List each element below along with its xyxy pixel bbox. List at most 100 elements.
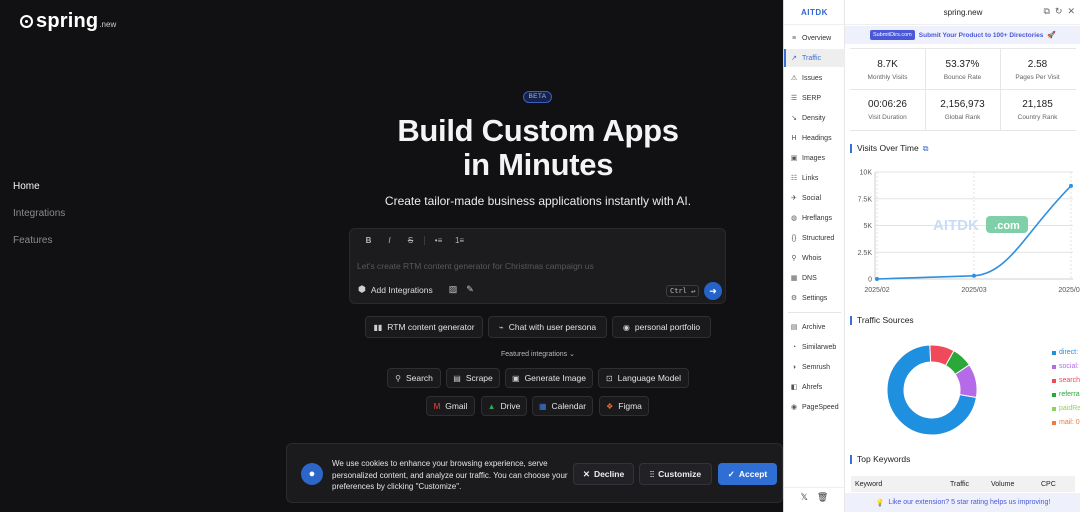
sidebar-item-links[interactable]: ☷ Links <box>784 169 845 187</box>
cookie-text: We use cookies to enhance your browsing … <box>332 459 568 491</box>
suggestion-chat[interactable]: ⌁ Chat with user persona <box>488 316 607 338</box>
suggestion-rtm[interactable]: ▮▮ RTM content generator <box>365 316 483 338</box>
data-point <box>1069 183 1073 188</box>
integration-figma[interactable]: ❖ Figma <box>599 396 649 416</box>
x-tick-label: 2025/04 <box>1058 287 1080 294</box>
hero-subtitle: Create tailor-made business applications… <box>384 194 692 208</box>
add-integrations-label: Add Integrations <box>370 284 433 295</box>
legend-direct[interactable]: direct: 71.55% <box>1052 349 1080 356</box>
sidebar-item-density[interactable]: ↘ Density <box>784 109 845 127</box>
integration-generate-image[interactable]: ▣ Generate Image <box>505 368 593 388</box>
y-tick-label: 5K <box>863 223 872 230</box>
featured-integrations-toggle[interactable]: Featured integrations ⌄ <box>450 350 626 358</box>
pen-icon[interactable]: ✎ <box>466 284 474 295</box>
external-link-icon[interactable]: ⧉ <box>923 144 929 153</box>
nav-features[interactable]: Features <box>13 235 65 262</box>
legend-social[interactable]: social: 12.09% <box>1052 363 1080 370</box>
check-icon: ✓ <box>727 468 735 479</box>
close-icon[interactable]: ✕ <box>1067 6 1075 17</box>
col-cpc[interactable]: CPC <box>1041 481 1056 488</box>
popout-icon[interactable]: ⧉ <box>1043 6 1049 17</box>
aitdk-brand: AITDK <box>801 8 828 17</box>
promo-banner[interactable]: SubmitDirs.com Submit Your Product to 10… <box>845 26 1080 44</box>
integration-drive[interactable]: ▲ Drive <box>481 396 527 416</box>
legend-paidreferrals[interactable]: paidReferrals: 0 <box>1052 405 1080 412</box>
image-upload-icon[interactable]: ▨ <box>449 284 458 295</box>
sidebar-item-headings[interactable]: H Headings <box>784 129 845 147</box>
integration-gmail[interactable]: M Gmail <box>426 396 475 416</box>
sidebar-footer: 𝕏 🗑 <box>784 492 845 503</box>
sidebar-item-social[interactable]: ✈ Social <box>784 189 845 207</box>
sidebar-tool-pagespeed[interactable]: ◉ PageSpeed <box>784 398 845 416</box>
prompt-input[interactable]: Let's create RTM content generator for C… <box>357 261 594 271</box>
chat-icon: ⌁ <box>498 322 504 332</box>
promo-badge: SubmitDirs.com <box>869 30 915 40</box>
send-button[interactable]: ➜ <box>704 282 722 300</box>
sidebar-item-serp[interactable]: ☰ SERP <box>784 89 845 107</box>
sidebar-tool-semrush[interactable]: ◑ Semrush <box>784 358 845 376</box>
integration-scrape[interactable]: ▤ Scrape <box>446 368 500 388</box>
sidebar-item-label: Whois <box>802 254 822 262</box>
sidebar-item-label: Social <box>802 194 822 202</box>
sidebar-item-settings[interactable]: ⚙ Settings <box>784 289 845 307</box>
rating-footer[interactable]: 💡 Like our extension? 5 star rating help… <box>845 493 1080 512</box>
sidebar-item-traffic[interactable]: ↗ Traffic <box>784 49 845 67</box>
sidebar-tool-similarweb[interactable]: ◔ Similarweb <box>784 338 845 356</box>
legend-referrals[interactable]: referrals: 7.47% <box>1052 391 1080 398</box>
suggestion-label: Chat with user persona <box>508 322 597 332</box>
sidebar-tool-archive[interactable]: ▤ Archive <box>784 318 845 336</box>
legend-swatch <box>1052 364 1056 369</box>
serp-icon: ☰ <box>790 95 798 102</box>
decline-button[interactable]: ✕ Decline <box>573 463 634 485</box>
prompt-editor[interactable]: B I S •≡ 1≡ Let's create RTM content gen… <box>349 228 726 304</box>
stat-value: 2.58 <box>1027 59 1048 70</box>
grid-line <box>850 130 1076 131</box>
numbered-list-button[interactable]: 1≡ <box>449 236 470 245</box>
integration-label: Calendar <box>551 401 587 411</box>
suggestion-portfolio[interactable]: ◉ personal portfolio <box>612 316 711 338</box>
customize-button[interactable]: ⫶⫶ Customize <box>639 463 712 485</box>
legend-mail[interactable]: mail: 0 <box>1052 419 1080 426</box>
accept-button[interactable]: ✓ Accept <box>718 463 777 485</box>
trash-icon[interactable]: 🗑 <box>817 492 828 503</box>
stat-label: Monthly Visits <box>867 74 908 81</box>
sidebar-item-structured[interactable]: {} Structured <box>784 229 845 247</box>
logo-mark-icon <box>20 15 33 28</box>
nav-integrations[interactable]: Integrations <box>13 208 65 235</box>
sidebar-item-issues[interactable]: ⚠ Issues <box>784 69 845 87</box>
sidebar-item-overview[interactable]: ≡ Overview <box>784 29 845 47</box>
sidebar-tool-ahrefs[interactable]: ◧ Ahrefs <box>784 378 845 396</box>
italic-button[interactable]: I <box>379 236 400 245</box>
sidebar-item-images[interactable]: ▣ Images <box>784 149 845 167</box>
decline-label: Decline <box>593 469 625 479</box>
bold-button[interactable]: B <box>358 236 379 245</box>
nav-home[interactable]: Home <box>13 181 65 208</box>
col-keyword[interactable]: Keyword <box>855 481 882 488</box>
refresh-icon[interactable]: ↻ <box>1055 6 1063 17</box>
settings-icon: ⚙ <box>790 295 798 302</box>
integration-language-model[interactable]: ⊡ Language Model <box>598 368 689 388</box>
col-volume[interactable]: Volume <box>991 481 1014 488</box>
x-twitter-icon[interactable]: 𝕏 <box>801 492 808 503</box>
integration-search[interactable]: ⚲ Search <box>387 368 441 388</box>
sidebar-item-dns[interactable]: ▦ DNS <box>784 269 845 287</box>
sidebar-item-hreflangs[interactable]: ◍ Hreflangs <box>784 209 845 227</box>
cube-icon: ⬢ <box>358 284 366 294</box>
sidebar-item-label: Traffic <box>802 54 822 62</box>
stat-monthly-visits: 8.7K Monthly Visits <box>850 48 925 88</box>
col-traffic[interactable]: Traffic <box>950 481 969 488</box>
keywords-table-header: Keyword Traffic Volume CPC <box>851 476 1075 492</box>
legend-search[interactable]: search: 8.90% <box>1052 377 1080 384</box>
integration-calendar[interactable]: ▦ Calendar <box>532 396 593 416</box>
suggestion-label: RTM content generator <box>387 322 475 332</box>
suggestion-label: personal portfolio <box>634 322 701 332</box>
add-integrations-button[interactable]: ⬢ Add Integrations <box>358 284 433 295</box>
sidebar-item-whois[interactable]: ⚲ Whois <box>784 249 845 267</box>
promo-text: Submit Your Product to 100+ Directories <box>918 31 1044 39</box>
legend-swatch <box>1052 392 1056 397</box>
bullet-list-button[interactable]: •≡ <box>428 236 449 245</box>
spring-logo[interactable]: spring .new <box>20 10 116 33</box>
strike-button[interactable]: S <box>400 236 421 245</box>
sidebar-item-label: Headings <box>802 134 832 142</box>
legend-label: direct: 71.55% <box>1059 349 1080 356</box>
